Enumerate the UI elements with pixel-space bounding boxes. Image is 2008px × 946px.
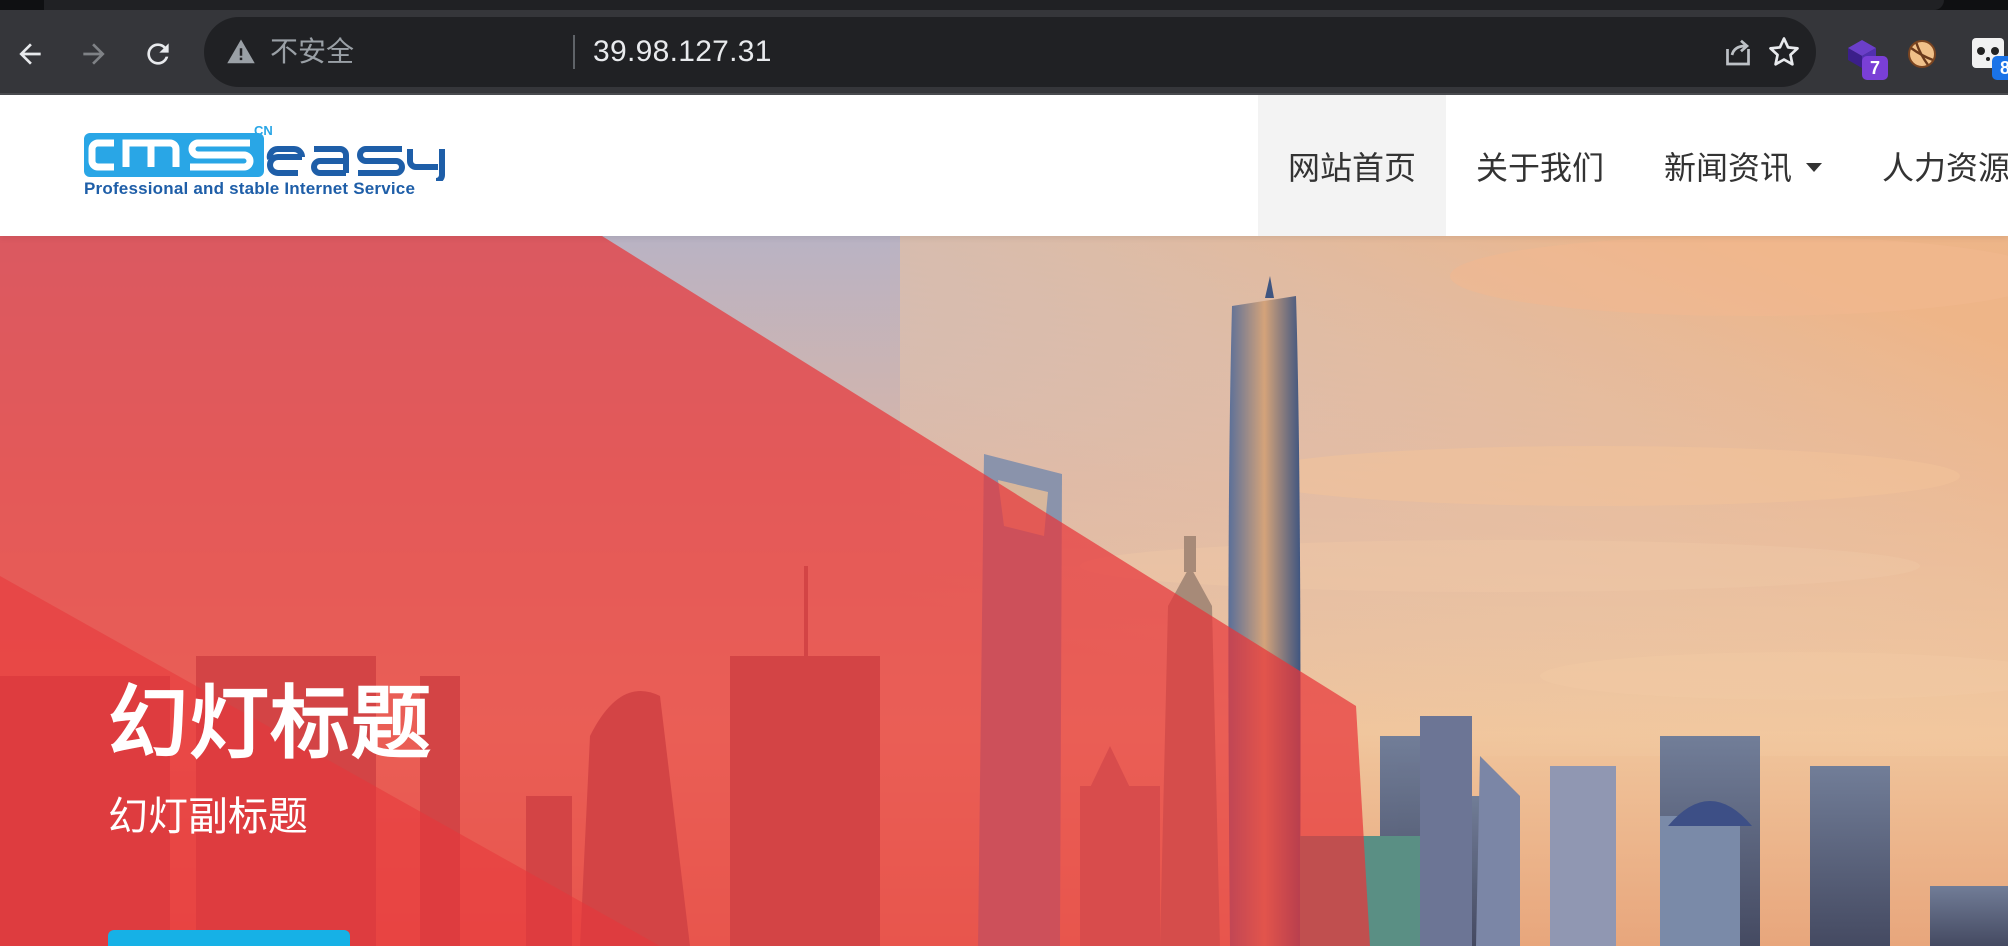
star-icon[interactable] bbox=[1766, 34, 1802, 70]
url-text[interactable]: 39.98.127.31 bbox=[593, 33, 772, 71]
extension-2-button[interactable] bbox=[1902, 34, 1942, 74]
slide-title: 幻灯标题 bbox=[108, 677, 432, 770]
slide-subtitle: 幻灯副标题 bbox=[108, 794, 308, 840]
back-button[interactable] bbox=[8, 32, 52, 76]
hero-slider[interactable]: 幻灯标题 幻灯副标题 bbox=[0, 236, 2008, 946]
browser-toolbar: 不安全 39.98.127.31 7 8 bbox=[0, 10, 2008, 95]
warning-triangle-icon[interactable] bbox=[226, 37, 256, 67]
logo-superscript: CN bbox=[254, 125, 273, 138]
arrow-right-icon bbox=[83, 43, 105, 65]
site-logo[interactable]: CN Professional and stable Internet Serv… bbox=[84, 123, 464, 205]
extension-1-button[interactable]: 7 bbox=[1842, 34, 1888, 80]
main-nav: 网站首页 关于我们 新闻资讯 人力资源 bbox=[1258, 95, 2008, 236]
nav-item-news[interactable]: 新闻资讯 bbox=[1634, 95, 1852, 236]
nav-item-label: 关于我们 bbox=[1476, 148, 1605, 187]
nav-item-label: 网站首页 bbox=[1288, 148, 1417, 187]
extension-3-badge: 8 bbox=[1992, 56, 2008, 80]
extension-1-badge: 7 bbox=[1862, 56, 1888, 80]
cmseasy-wordmark-logo: CN bbox=[84, 123, 445, 184]
nav-item-label: 人力资源 bbox=[1882, 148, 2008, 187]
nav-item-about[interactable]: 关于我们 bbox=[1446, 95, 1634, 236]
share-icon[interactable] bbox=[1720, 34, 1756, 70]
omnibox-divider bbox=[573, 35, 575, 69]
security-status-label[interactable]: 不安全 bbox=[270, 34, 354, 70]
address-bar[interactable]: 不安全 39.98.127.31 bbox=[204, 17, 1816, 87]
arrow-left-icon bbox=[19, 43, 41, 65]
reload-icon bbox=[147, 43, 169, 65]
site-header: CN Professional and stable Internet Serv… bbox=[0, 95, 2008, 236]
logo-tagline: Professional and stable Internet Service bbox=[84, 179, 416, 198]
reload-button[interactable] bbox=[136, 32, 180, 76]
forward-button[interactable] bbox=[72, 32, 116, 76]
active-tab-edge bbox=[44, 0, 1944, 10]
nav-item-home[interactable]: 网站首页 bbox=[1258, 95, 1447, 236]
nav-item-label: 新闻资讯 bbox=[1664, 148, 1793, 187]
extension-3-button[interactable]: 8 bbox=[1968, 34, 2008, 80]
nav-item-hr[interactable]: 人力资源 bbox=[1852, 95, 2008, 236]
basketball-icon bbox=[1908, 40, 1936, 68]
slide-cta-button[interactable] bbox=[108, 930, 350, 946]
caret-down-icon bbox=[1806, 163, 1823, 172]
